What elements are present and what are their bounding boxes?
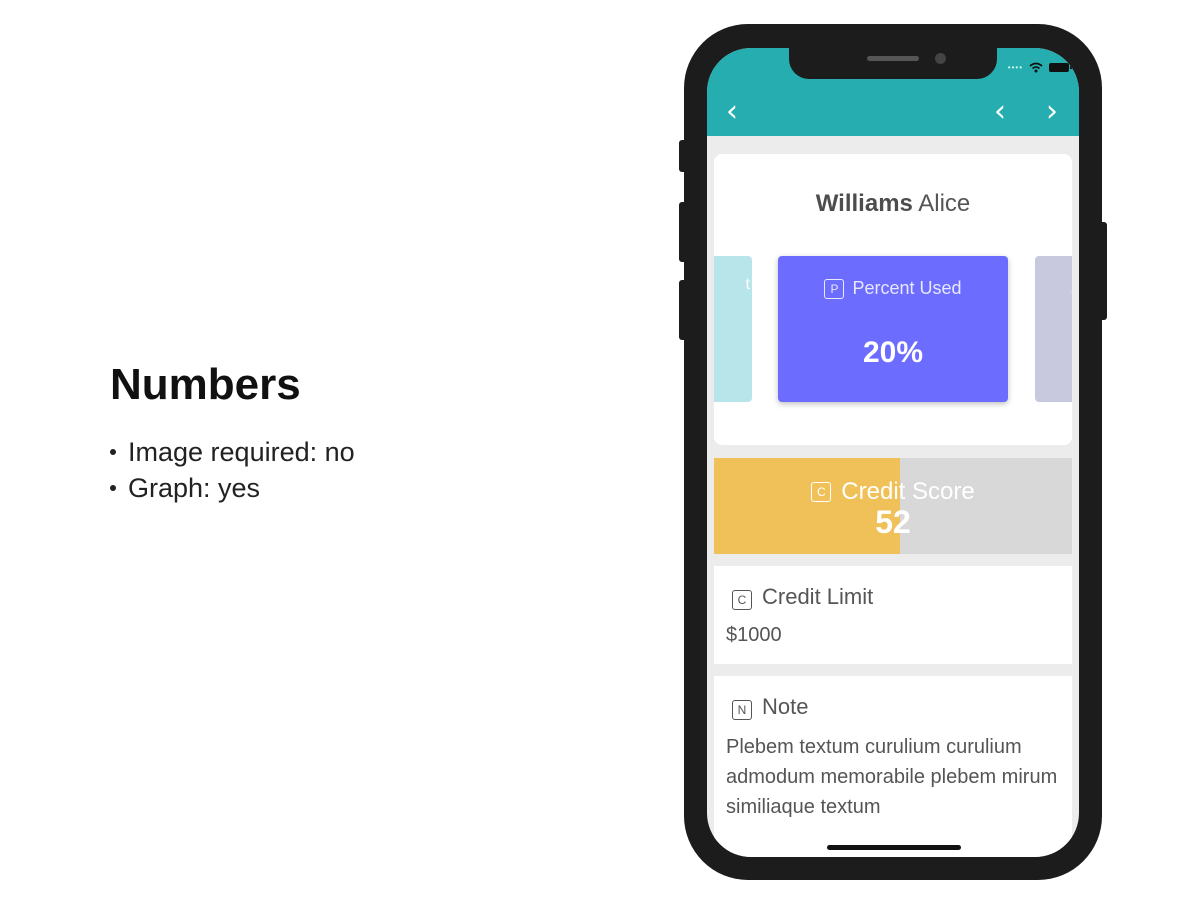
c-letter-icon: C	[732, 590, 752, 610]
last-name: Williams	[815, 190, 913, 217]
note-card: N Note Plebem textum curulium curulium a…	[714, 676, 1072, 857]
credit-limit-value: $1000	[726, 624, 782, 646]
tile-label-row: P Percent Used	[778, 278, 1008, 299]
profile-card: Williams Alice t P Percent Used 20% ◦	[714, 154, 1072, 445]
credit-score-value: 52	[875, 504, 911, 540]
feature-list: Image required: no Graph: yes	[110, 434, 355, 506]
tile-label: Percent Used	[852, 278, 962, 298]
metric-tile-previous[interactable]: t	[714, 256, 752, 402]
note-text: Plebem textum curulium curulium admodum …	[726, 736, 1058, 818]
bullet-dot	[110, 449, 116, 455]
credit-limit-card: C Credit Limit $1000	[714, 566, 1072, 664]
metric-tile-next[interactable]: ◦	[1035, 256, 1072, 402]
credit-limit-header: C Credit Limit	[732, 584, 873, 610]
home-indicator[interactable]	[827, 845, 961, 850]
credit-score-label: Credit Score	[841, 478, 975, 505]
battery-icon	[1049, 63, 1072, 72]
bullet-image-required: Image required: no	[110, 434, 355, 470]
c-letter-icon: C	[811, 482, 832, 502]
bullet-text: Image required: no	[128, 437, 355, 467]
note-label: Note	[762, 694, 809, 719]
tile-value: 20%	[862, 336, 924, 369]
next-chevron-icon[interactable]: ›	[1041, 96, 1063, 128]
customer-name: Williams Alice	[714, 190, 1072, 218]
wifi-icon	[1029, 62, 1043, 73]
credit-score-bar: C Credit Score 52	[714, 458, 1072, 554]
first-name: Alice	[918, 190, 971, 217]
bullet-graph: Graph: yes	[110, 470, 355, 506]
score-label-row: C Credit Score	[714, 478, 1072, 506]
phone-notch	[789, 48, 997, 79]
p-letter-icon: P	[824, 278, 845, 299]
previous-chevron-icon[interactable]: ‹	[989, 96, 1011, 128]
n-letter-icon: N	[732, 700, 752, 720]
metric-tile-percent-used[interactable]: P Percent Used 20%	[778, 256, 1008, 402]
slide-title: Numbers	[110, 360, 301, 409]
signal-icon: ••••	[1007, 63, 1023, 72]
bullet-text: Graph: yes	[128, 473, 261, 503]
note-header: N Note	[732, 694, 808, 720]
phone-screen: •••• ‹ ‹ › Williams Alice t P Percent Us…	[707, 48, 1079, 857]
status-bar-icons: ••••	[1007, 62, 1072, 73]
tile-peek-text: t	[745, 276, 750, 293]
front-camera	[935, 53, 946, 64]
credit-limit-label: Credit Limit	[762, 584, 874, 609]
tile-peek-icon: ◦	[1069, 284, 1072, 301]
bullet-dot	[110, 485, 116, 491]
speaker-grille	[867, 56, 919, 61]
back-chevron-icon[interactable]: ‹	[721, 96, 743, 128]
